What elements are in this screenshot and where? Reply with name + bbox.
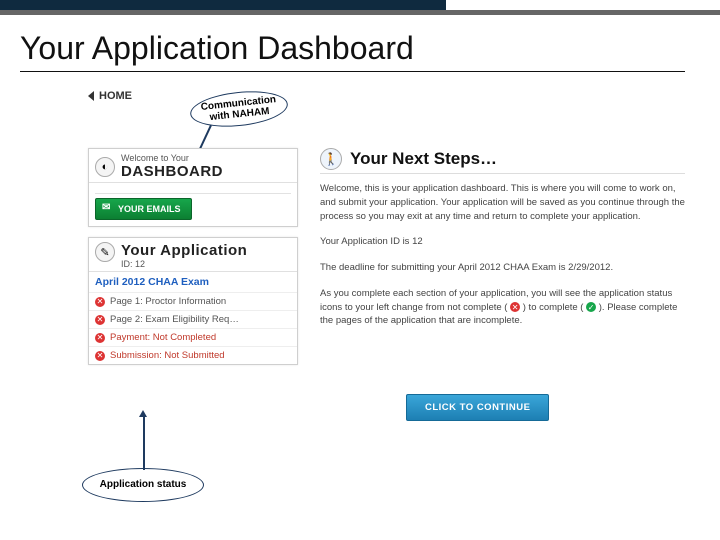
status-explainer-text: As you complete each section of your app…: [320, 287, 685, 328]
dashboard-pretitle: Welcome to Your: [121, 153, 223, 163]
callout-application-status: Application status: [82, 468, 204, 502]
back-arrow-icon: [88, 91, 94, 101]
status-incomplete-icon: ✕: [510, 302, 520, 312]
status-incomplete-icon: ✕: [95, 333, 105, 343]
home-label: HOME: [99, 90, 132, 102]
continue-button[interactable]: CLICK TO CONTINUE: [406, 394, 549, 421]
dashboard-title: DASHBOARD: [121, 163, 223, 180]
home-link[interactable]: HOME: [88, 90, 132, 102]
dashboard-panel-head: ◐ Welcome to Your DASHBOARD: [89, 149, 297, 183]
walking-person-icon: 🚶: [320, 148, 342, 170]
status-complete-icon: ✓: [586, 302, 596, 312]
step-label: Payment: Not Completed: [110, 332, 216, 343]
page-title: Your Application Dashboard: [20, 30, 685, 72]
welcome-text: Welcome, this is your application dashbo…: [320, 182, 685, 223]
connector-application-status: [143, 415, 145, 470]
gauge-icon: ◐: [95, 157, 115, 177]
left-column: ◐ Welcome to Your DASHBOARD YOUR EMAILS …: [88, 148, 298, 375]
status-explainer-b: ) to complete (: [523, 302, 584, 313]
deadline-text: The deadline for submitting your April 2…: [320, 261, 685, 275]
application-id: ID: 12: [121, 259, 247, 269]
right-column: 🚶 Your Next Steps… Welcome, this is your…: [320, 148, 685, 421]
callout-communication: Communication with NAHAM: [188, 87, 289, 131]
under-stripe: [0, 10, 720, 15]
step-label: Page 1: Proctor Information: [110, 296, 226, 307]
exam-title: April 2012 CHAA Exam: [89, 272, 297, 292]
step-item[interactable]: ✕ Submission: Not Submitted: [89, 346, 297, 364]
step-item[interactable]: ✕ Page 2: Exam Eligibility Req…: [89, 310, 297, 328]
step-label: Submission: Not Submitted: [110, 350, 225, 361]
application-icon: ✎: [95, 242, 115, 262]
status-incomplete-icon: ✕: [95, 315, 105, 325]
application-step-list: ✕ Page 1: Proctor Information ✕ Page 2: …: [89, 292, 297, 364]
your-emails-button[interactable]: YOUR EMAILS: [95, 198, 192, 220]
application-panel: ✎ Your Application ID: 12 April 2012 CHA…: [88, 237, 298, 365]
next-steps-header: 🚶 Your Next Steps…: [320, 148, 685, 174]
step-item[interactable]: ✕ Page 1: Proctor Information: [89, 292, 297, 310]
application-title: Your Application: [121, 242, 247, 259]
step-label: Page 2: Exam Eligibility Req…: [110, 314, 239, 325]
next-steps-title: Your Next Steps…: [350, 149, 497, 169]
step-item[interactable]: ✕ Payment: Not Completed: [89, 328, 297, 346]
status-incomplete-icon: ✕: [95, 297, 105, 307]
application-id-text: Your Application ID is 12: [320, 235, 685, 249]
arrowhead-status: [139, 410, 147, 417]
dashboard-panel: ◐ Welcome to Your DASHBOARD YOUR EMAILS: [88, 148, 298, 227]
status-incomplete-icon: ✕: [95, 351, 105, 361]
divider: [95, 193, 291, 194]
